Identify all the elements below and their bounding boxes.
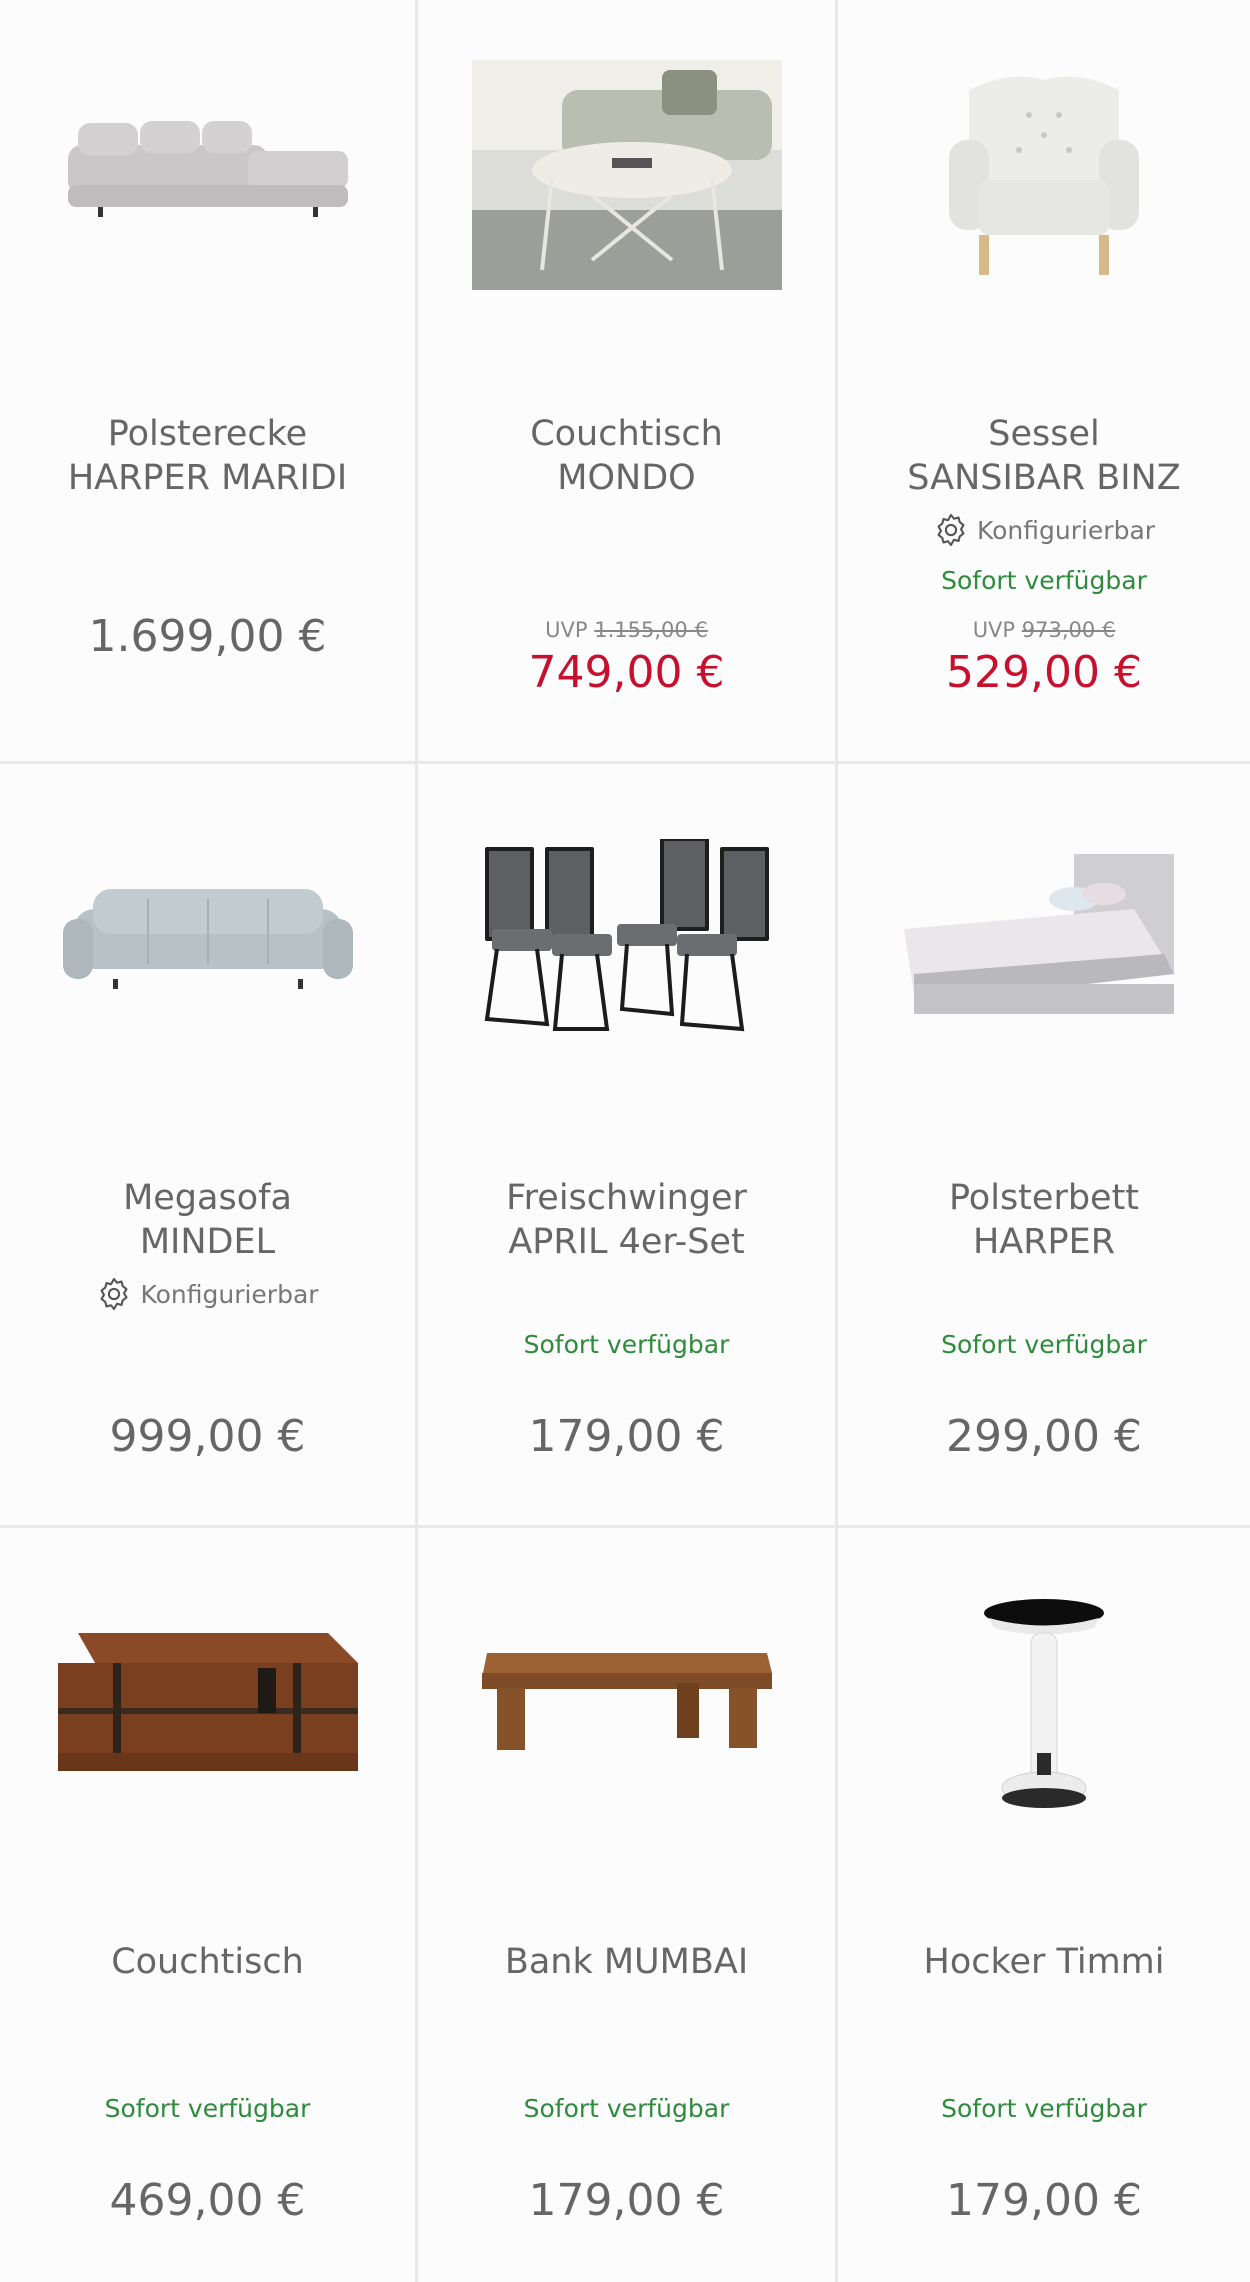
configurable-label: Konfigurierbar <box>140 1279 319 1309</box>
uvp-label: UVP <box>972 618 1016 642</box>
product-image[interactable] <box>418 794 835 1084</box>
product-name[interactable]: Megasofa MINDEL <box>10 1176 405 1264</box>
uvp-price: UVP 1.155,00 € <box>418 618 835 642</box>
sofa-icon <box>62 889 353 989</box>
product-image[interactable] <box>0 1558 415 1848</box>
availability-label: Sofort verfügbar <box>941 566 1147 595</box>
product-card[interactable]: Polsterecke HARPER MARIDI 1.699,00 € <box>0 0 418 764</box>
sale-price: 749,00 € <box>528 647 725 698</box>
product-image[interactable] <box>838 30 1250 320</box>
product-price: 999,00 € <box>109 1411 306 1462</box>
chest-table-icon <box>57 1633 358 1771</box>
availability-label: Sofort verfügbar <box>941 2094 1147 2123</box>
availability-label: Sofort verfügbar <box>523 2094 730 2123</box>
bench-icon <box>481 1653 772 1750</box>
product-name[interactable]: Couchtisch <box>10 1940 405 1984</box>
product-price: 179,00 € <box>528 2175 725 2226</box>
product-name[interactable]: Couchtisch MONDO <box>428 412 825 500</box>
coffee-table-icon <box>471 60 782 290</box>
gear-icon <box>937 513 965 547</box>
sale-price: 529,00 € <box>946 647 1142 698</box>
product-image[interactable] <box>418 1558 835 1848</box>
product-name[interactable]: Sessel SANSIBAR BINZ <box>848 412 1240 500</box>
product-price: 179,00 € <box>528 1411 725 1462</box>
product-card[interactable]: Polsterbett HARPER Sofort verfügbar 299,… <box>838 764 1250 1528</box>
uvp-price: UVP 973,00 € <box>838 618 1250 642</box>
configurable-badge: Konfigurierbar <box>838 512 1250 548</box>
chairs-icon <box>484 839 769 1032</box>
product-image[interactable] <box>0 30 415 320</box>
uvp-label: UVP <box>545 618 588 642</box>
uvp-value: 1.155,00 € <box>594 618 708 642</box>
product-name[interactable]: Polsterbett HARPER <box>848 1176 1240 1264</box>
product-price: 179,00 € <box>946 2175 1142 2226</box>
product-card[interactable]: Bank MUMBAI Sofort verfügbar 179,00 € <box>418 1528 838 2282</box>
product-card[interactable]: Sessel SANSIBAR BINZ Konfigurierbar Sofo… <box>838 0 1250 764</box>
product-card[interactable]: Couchtisch Sofort verfügbar 469,00 € <box>0 1528 418 2282</box>
configurable-label: Konfigurierbar <box>976 515 1156 545</box>
product-price: 1.699,00 € <box>88 611 327 662</box>
corner-sofa-icon <box>67 121 348 217</box>
availability-label: Sofort verfügbar <box>104 2094 311 2123</box>
product-name[interactable]: Bank MUMBAI <box>428 1940 825 1984</box>
availability-label: Sofort verfügbar <box>523 1330 730 1359</box>
stool-icon <box>984 1599 1104 1808</box>
product-name[interactable]: Freischwinger APRIL 4er-Set <box>428 1176 825 1264</box>
product-price: 469,00 € <box>109 2175 306 2226</box>
product-image[interactable] <box>418 30 835 320</box>
product-image[interactable] <box>838 1558 1250 1848</box>
bed-icon <box>904 854 1174 1014</box>
configurable-badge: Konfigurierbar <box>0 1276 415 1312</box>
product-image[interactable] <box>838 794 1250 1084</box>
armchair-icon <box>949 76 1139 275</box>
availability-label: Sofort verfügbar <box>941 1330 1147 1359</box>
product-name[interactable]: Hocker Timmi <box>848 1940 1240 1984</box>
product-card[interactable]: Hocker Timmi Sofort verfügbar 179,00 € <box>838 1528 1250 2282</box>
product-grid: Polsterecke HARPER MARIDI 1.699,00 € Cou… <box>0 0 1250 2282</box>
gear-icon <box>100 1277 128 1311</box>
uvp-value: 973,00 € <box>1021 618 1116 642</box>
product-card[interactable]: Megasofa MINDEL Konfigurierbar 999,00 € <box>0 764 418 1528</box>
product-name[interactable]: Polsterecke HARPER MARIDI <box>10 412 405 500</box>
product-card[interactable]: Couchtisch MONDO UVP 1.155,00 € 749,00 € <box>418 0 838 764</box>
product-image[interactable] <box>0 794 415 1084</box>
product-card[interactable]: Freischwinger APRIL 4er-Set Sofort verfü… <box>418 764 838 1528</box>
product-price: 299,00 € <box>946 1411 1142 1462</box>
